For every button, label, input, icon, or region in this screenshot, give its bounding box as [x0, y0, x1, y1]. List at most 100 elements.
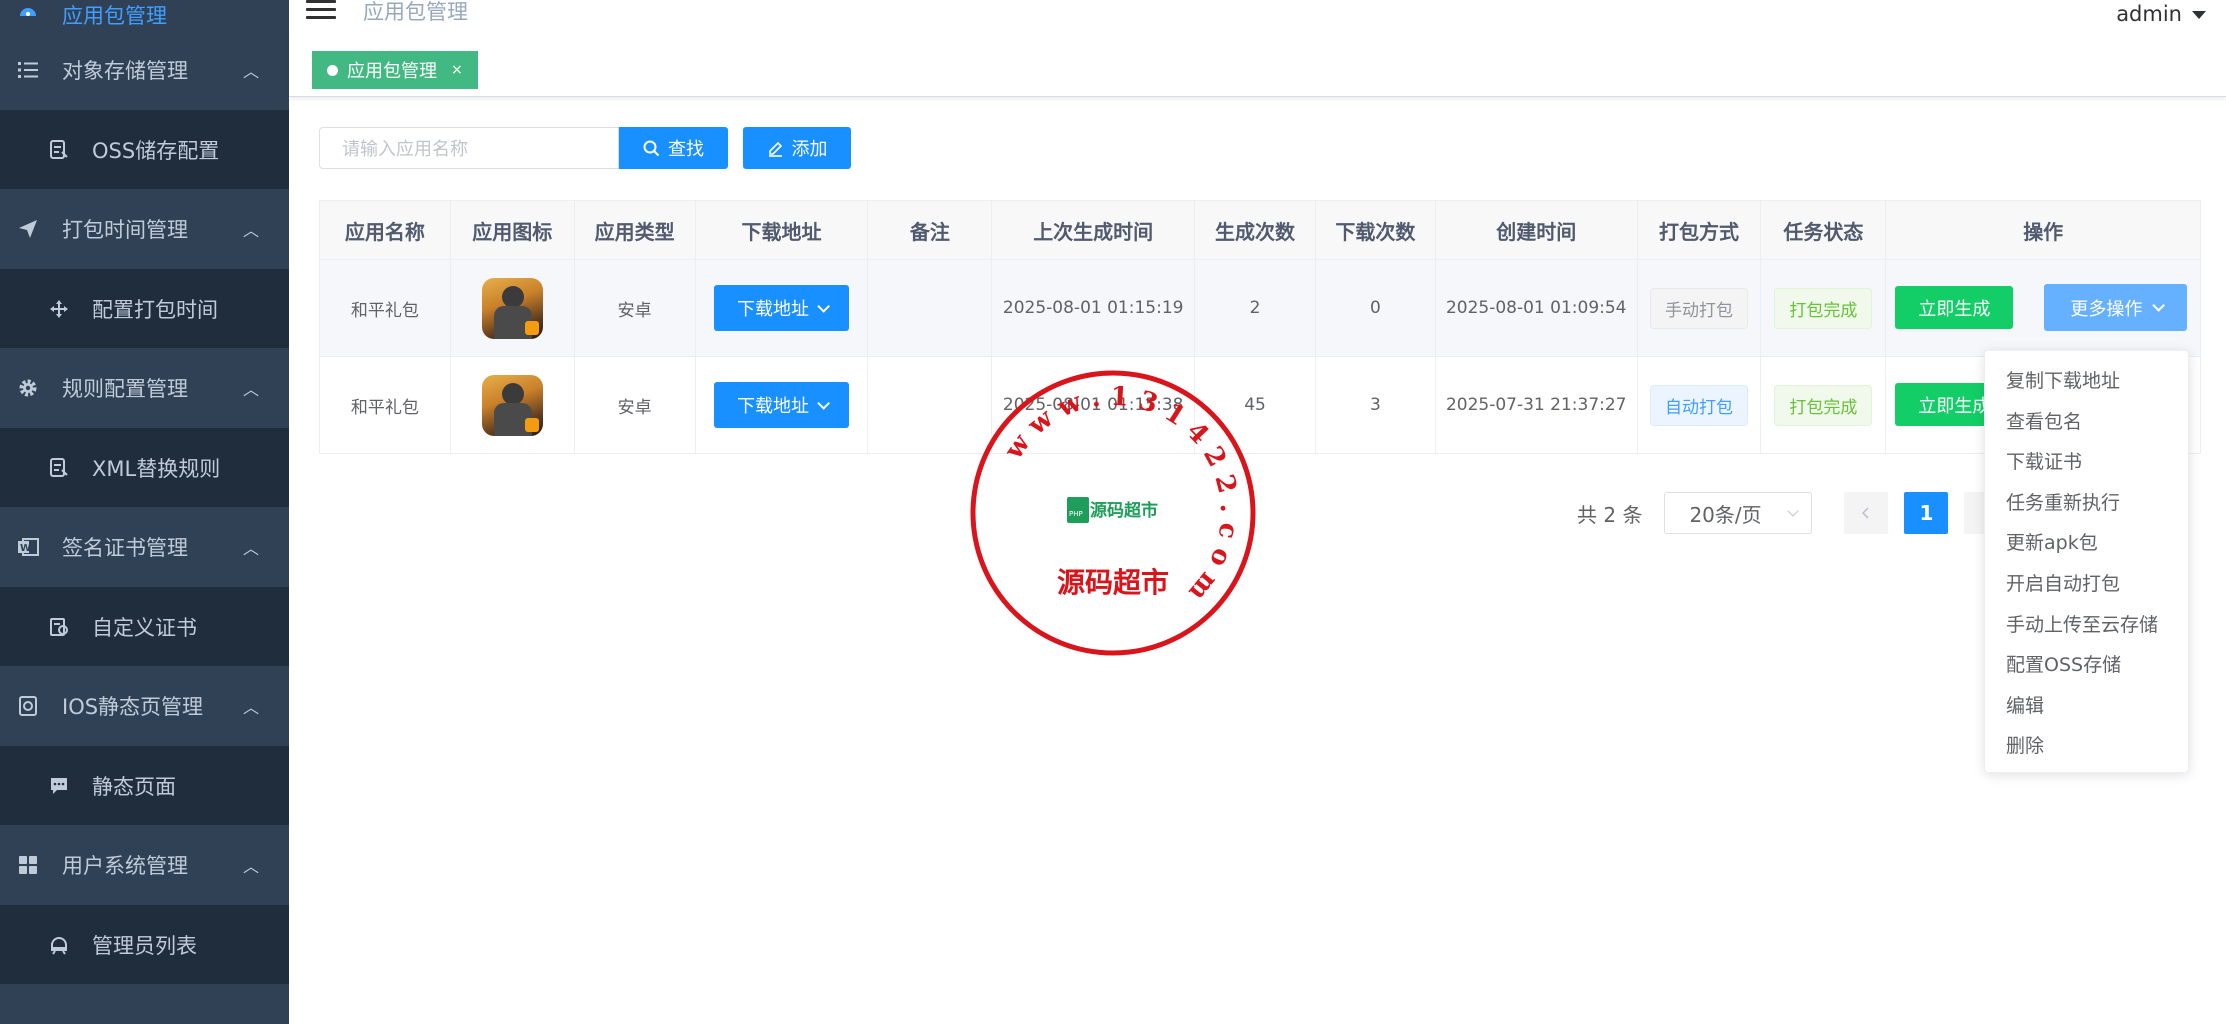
column-header: 操作 — [1886, 201, 2201, 259]
download-address-button[interactable]: 下载地址 — [714, 382, 850, 428]
pack-mode-badge: 手动打包 — [1650, 287, 1749, 329]
app-icon-cell — [450, 260, 575, 356]
menu-item-edit[interactable]: 编辑 — [1985, 686, 2188, 727]
menu-item-rerun-task[interactable]: 任务重新执行 — [1985, 483, 2188, 524]
app-name-search-input[interactable]: 请输入应用名称 — [319, 127, 619, 169]
generate-now-button[interactable]: 立即生成 — [1895, 286, 2014, 329]
download-count: 0 — [1315, 260, 1436, 356]
download-count: 3 — [1316, 357, 1436, 453]
app-icon — [481, 374, 543, 436]
watermark-name: 源码超市 — [1057, 566, 1169, 599]
sidebar-group-label: IOS静态页管理 — [62, 695, 204, 719]
chevron-up-icon: ︿ — [242, 857, 259, 876]
sidebar-group-rules[interactable]: 规则配置管理 ︿ — [0, 348, 289, 428]
sidebar: 应用包管理 对象存储管理 ︿ OSS储存配置 打包时间管理 ︿ 配置打包时间 规… — [0, 0, 289, 1024]
table-header: 应用名称 应用图标 应用类型 下载地址 备注 上次生成时间 生成次数 下载次数 … — [320, 201, 2201, 260]
remark — [868, 357, 993, 453]
task-status-cell: 打包完成 — [1761, 260, 1887, 356]
sidebar-item-app-packages[interactable]: 应用包管理 — [0, 0, 289, 30]
menu-item-enable-auto-pack[interactable]: 开启自动打包 — [1985, 564, 2188, 605]
menu-item-upload-cloud[interactable]: 手动上传至云存储 — [1985, 605, 2188, 646]
svg-text:W: W — [20, 543, 31, 554]
more-actions-label: 更多操作 — [2070, 298, 2143, 320]
chevron-up-icon: ︿ — [242, 698, 259, 717]
user-icon — [48, 934, 70, 956]
chevron-up-icon: ︿ — [242, 539, 259, 558]
app-type: 安卓 — [575, 357, 696, 453]
prev-page-button[interactable] — [1844, 492, 1889, 534]
tab-app-packages[interactable]: 应用包管理 × — [312, 51, 478, 89]
certificate-icon — [48, 616, 70, 638]
sidebar-group-label: 规则配置管理 — [62, 377, 188, 401]
message-icon — [48, 775, 70, 797]
sidebar-group-pack-time[interactable]: 打包时间管理 ︿ — [0, 189, 289, 269]
menu-item-config-oss[interactable]: 配置OSS存储 — [1985, 645, 2188, 686]
actions-cell: 立即生成 更多操作 — [1886, 260, 2201, 356]
pagination: 共 2 条 20条/页 1 — [1577, 492, 2009, 534]
chevron-down-icon — [817, 396, 831, 410]
download-cell: 下载地址 — [696, 357, 869, 453]
topbar: 应用包管理 admin — [289, 0, 2226, 33]
edit-icon — [768, 141, 782, 157]
sidebar-item-pack-time-config[interactable]: 配置打包时间 — [0, 269, 289, 348]
sidebar-item-oss-config[interactable]: OSS储存配置 — [0, 110, 289, 189]
sidebar-group-ios[interactable]: IOS静态页管理 ︿ — [0, 666, 289, 746]
column-header: 下载次数 — [1315, 201, 1436, 259]
sidebar-item-label: 应用包管理 — [62, 4, 167, 28]
sidebar-group-certs[interactable]: W 签名证书管理 ︿ — [0, 507, 289, 587]
chevron-left-icon — [1862, 507, 1870, 519]
column-header: 打包方式 — [1637, 201, 1762, 259]
page-number-button[interactable]: 1 — [1904, 492, 1949, 534]
pack-mode-cell: 手动打包 — [1637, 260, 1762, 356]
sidebar-item-label: 自定义证书 — [92, 615, 197, 640]
sidebar-item-label: XML替换规则 — [92, 456, 221, 481]
chevron-down-icon — [1787, 505, 1800, 517]
gear-icon — [16, 376, 40, 400]
hamburger-icon[interactable] — [306, 0, 336, 24]
menu-item-update-apk[interactable]: 更新apk包 — [1985, 523, 2188, 564]
search-icon — [643, 140, 660, 156]
more-actions-button[interactable]: 更多操作 — [2044, 284, 2188, 331]
add-button-label: 添加 — [791, 139, 828, 160]
generate-count: 45 — [1195, 357, 1316, 453]
page-size-select[interactable]: 20条/页 — [1664, 492, 1813, 534]
pagination-total: 共 2 条 — [1577, 502, 1643, 527]
task-status-badge: 打包完成 — [1774, 384, 1873, 426]
username: admin — [2116, 2, 2182, 26]
sidebar-item-static-page[interactable]: 静态页面 — [0, 746, 289, 825]
move-icon — [48, 298, 70, 320]
menu-item-view-package-name[interactable]: 查看包名 — [1985, 402, 2188, 443]
column-header: 应用名称 — [320, 201, 451, 259]
tags-view: 应用包管理 × — [289, 33, 2226, 97]
search-button[interactable]: 查找 — [619, 127, 728, 169]
more-actions-dropdown: 复制下载地址 查看包名 下载证书 任务重新执行 更新apk包 开启自动打包 手动… — [1984, 350, 2189, 773]
sidebar-item-xml-rules[interactable]: XML替换规则 — [0, 428, 289, 507]
word-doc-icon: W — [16, 535, 40, 559]
close-icon[interactable]: × — [451, 62, 463, 78]
column-header: 备注 — [868, 201, 993, 259]
page-size-value: 20条/页 — [1689, 502, 1762, 527]
table-row: 和平礼包 安卓 下载地址 2025-08-01 01:15:38 45 3 20… — [320, 357, 2200, 453]
app-name: 和平礼包 — [320, 357, 451, 453]
last-generated-time: 2025-08-01 01:15:38 — [992, 357, 1196, 453]
table-row: 和平礼包 安卓 下载地址 2025-08-01 01:15:19 2 0 202… — [320, 260, 2201, 357]
sidebar-item-admin-list[interactable]: 管理员列表 — [0, 905, 289, 984]
menu-item-download-cert[interactable]: 下载证书 — [1985, 442, 2188, 483]
menu-item-copy-download-url[interactable]: 复制下载地址 — [1985, 361, 2188, 402]
menu-item-delete[interactable]: 删除 — [1985, 726, 2188, 767]
dot-icon — [327, 64, 338, 76]
column-header: 下载地址 — [695, 201, 869, 259]
sidebar-item-custom-cert[interactable]: 自定义证书 — [0, 587, 289, 666]
sidebar-group-users[interactable]: 用户系统管理 ︿ — [0, 825, 289, 905]
chevron-up-icon: ︿ — [242, 221, 259, 240]
document-edit-icon — [48, 139, 70, 161]
download-address-button[interactable]: 下载地址 — [714, 285, 850, 331]
pack-mode-cell: 自动打包 — [1638, 357, 1762, 453]
search-placeholder: 请输入应用名称 — [342, 139, 468, 160]
sidebar-item-label: 管理员列表 — [92, 933, 197, 958]
sidebar-group-oss[interactable]: 对象存储管理 ︿ — [0, 30, 289, 110]
download-label: 下载地址 — [737, 299, 810, 320]
remark — [868, 260, 993, 356]
add-button[interactable]: 添加 — [743, 127, 851, 169]
user-menu[interactable]: admin — [2116, 2, 2206, 26]
